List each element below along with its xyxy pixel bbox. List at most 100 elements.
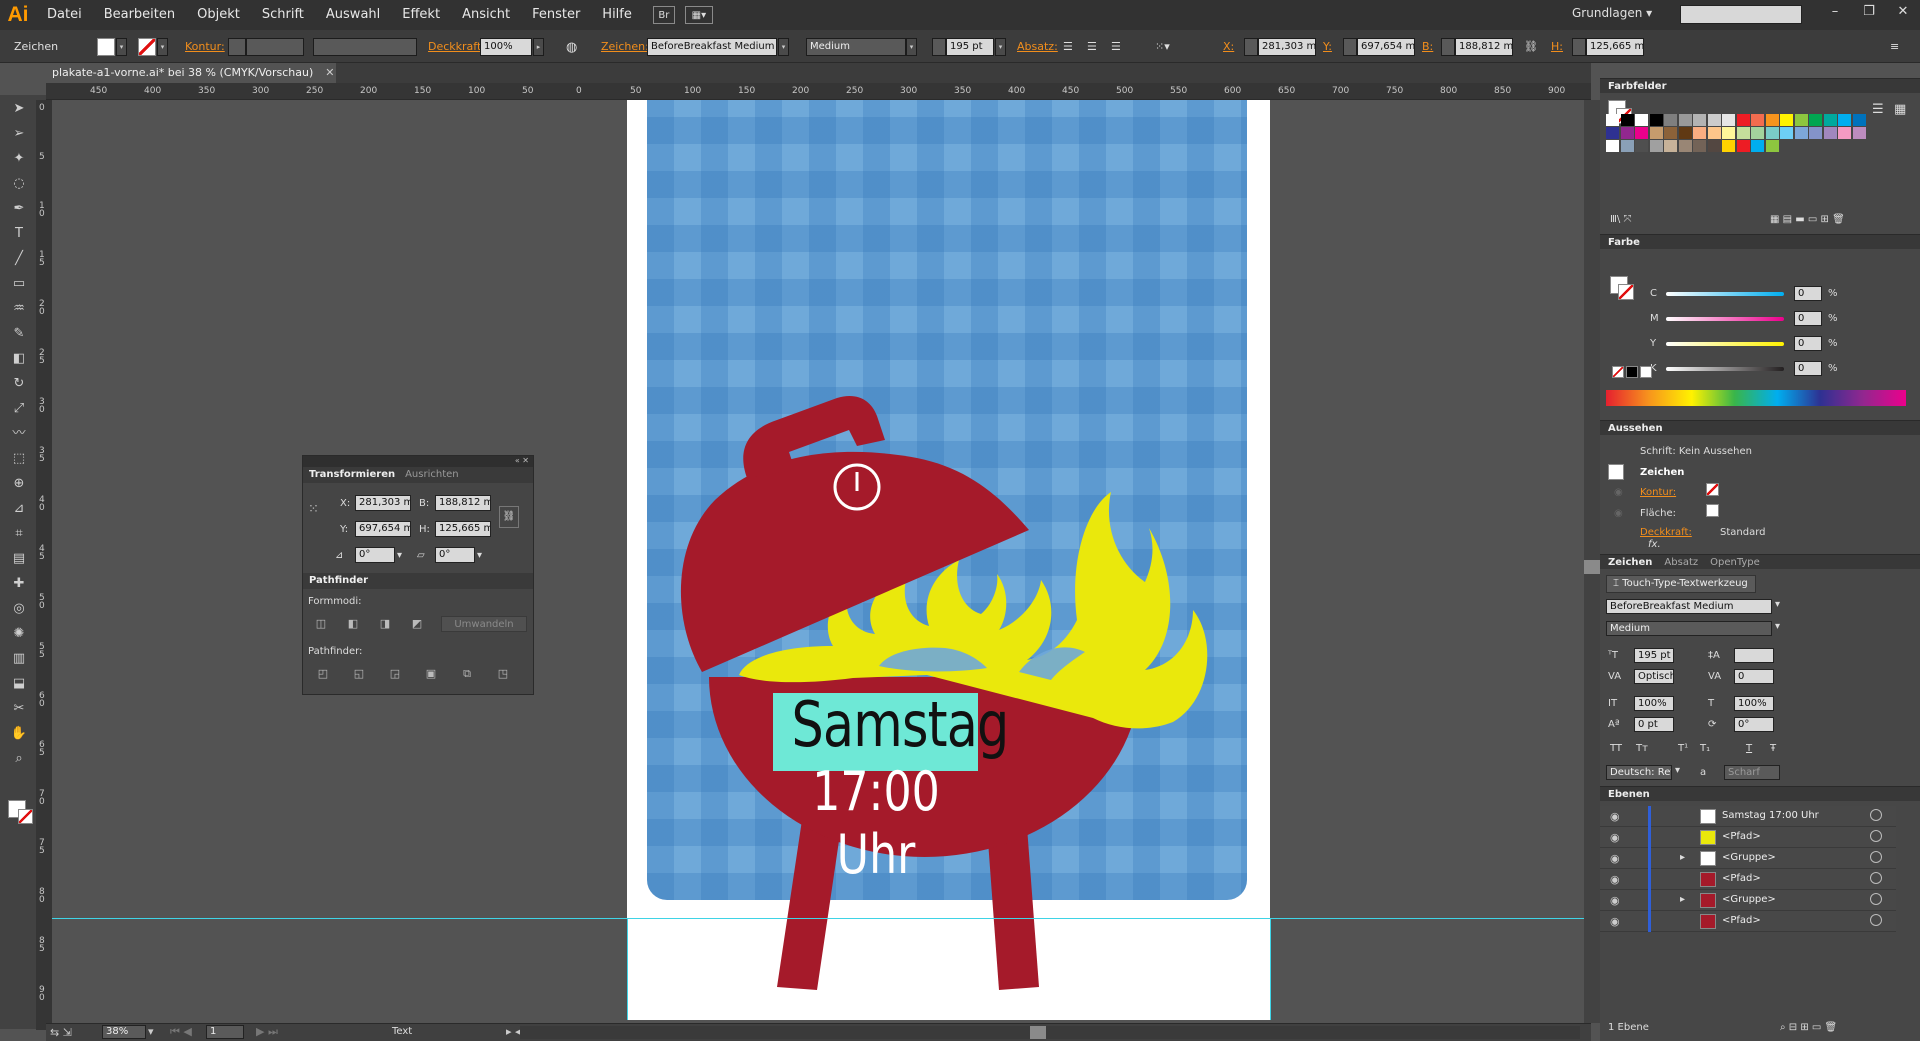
umwandeln-button[interactable]: Umwandeln [441,616,527,632]
color-swatch[interactable] [1794,127,1808,139]
aussehen-flaeche-swatch[interactable] [1706,504,1719,517]
minus-front-icon[interactable]: ◧ [343,616,363,632]
color-swatch[interactable] [1620,127,1634,139]
tab-absatz[interactable]: Absatz [1664,557,1698,568]
arrange-documents-icon[interactable]: ▦▾ [684,6,713,24]
poster-text-samstag[interactable]: Samstag [791,688,1009,761]
eye-icon[interactable]: ◉ [1614,487,1623,498]
reference-point-grid-icon[interactable]: ⁙ [308,502,319,517]
font-size-stepper[interactable] [932,38,946,56]
channel-value-y[interactable]: 0 [1794,336,1822,351]
color-swatch[interactable] [1751,127,1764,139]
pen-icon[interactable]: ✒ [8,199,30,218]
color-swatch[interactable] [1852,127,1866,139]
x-stepper[interactable] [1244,38,1258,56]
color-swatch[interactable] [1678,127,1692,139]
color-swatch[interactable] [1765,127,1779,139]
rotate-icon[interactable]: ↻ [8,374,30,393]
h-stepper[interactable] [1572,38,1586,56]
swatch-library-icon[interactable]: Ⅲ\ ⤧ [1610,214,1631,225]
channel-value-k[interactable]: 0 [1794,361,1822,376]
zp-rotation-field[interactable]: 0° [1734,717,1774,732]
color-swatch[interactable] [1794,114,1808,126]
color-swatch[interactable] [1809,114,1822,126]
graph-icon[interactable]: ▥ [8,649,30,668]
direct-select-icon[interactable]: ➢ [8,124,30,143]
white-color-icon[interactable] [1640,366,1652,378]
color-swatch[interactable] [1649,114,1663,126]
aussehen-kontur-swatch[interactable] [1706,483,1719,496]
color-swatch[interactable] [1635,114,1648,126]
menu-schrift[interactable]: Schrift [251,0,315,30]
rectangle-icon[interactable]: ▭ [8,274,30,293]
all-caps-icon[interactable]: TT [1610,743,1622,754]
kontur-label[interactable]: Kontur: [185,40,225,53]
zp-antialias-field[interactable]: Scharf [1724,765,1780,780]
expand-icon[interactable]: ▸ [1680,852,1685,863]
shear-dropdown[interactable]: ▾ [477,550,482,561]
workspace-switcher[interactable]: Grundlagen ▾ [1572,6,1652,20]
maximize-icon[interactable]: ❐ [1852,0,1886,22]
font-family-field[interactable]: BeforeBreakfast Medium [647,38,777,56]
color-swatch[interactable] [1809,127,1822,139]
mesh-icon[interactable]: ⌗ [8,524,30,543]
y-field[interactable]: 697,654 mm [1357,38,1415,56]
color-swatch[interactable] [1649,127,1663,139]
color-swatch[interactable] [1838,127,1851,139]
zp-kerning-field[interactable]: Optisch [1634,669,1674,684]
close-icon[interactable]: ✕ [1886,0,1920,22]
black-color-icon[interactable] [1626,366,1638,378]
zoom-dropdown[interactable]: ▾ [148,1025,154,1038]
prev-artboard-icon[interactable]: ⏮ ◀ [170,1025,192,1039]
channel-value-m[interactable]: 0 [1794,311,1822,326]
tab-opentype[interactable]: OpenType [1710,557,1760,568]
none-color-icon[interactable] [1612,366,1624,378]
color-swatch[interactable] [1838,114,1851,126]
menu-ansicht[interactable]: Ansicht [451,0,521,30]
t-y-field[interactable]: 697,654 mm [355,521,411,537]
fx-icon[interactable]: fx. [1648,539,1661,550]
color-swatch[interactable] [1722,114,1735,126]
panel-grip[interactable]: « ✕ [303,456,533,467]
minus-back-icon[interactable]: ◳ [493,666,513,682]
color-swatch[interactable] [1606,140,1619,152]
color-swatch[interactable] [1765,114,1779,126]
color-swatch[interactable] [1635,127,1648,139]
eye-icon[interactable]: ◉ [1610,852,1620,865]
color-swatch[interactable] [1722,140,1735,152]
touch-type-button[interactable]: ⌶ Touch-Type-Textwerkzeug [1606,575,1756,593]
menu-objekt[interactable]: Objekt [186,0,251,30]
color-swatch[interactable] [1780,114,1793,126]
stroke-swatch[interactable] [138,38,156,56]
eye-icon[interactable]: ◉ [1610,894,1620,907]
target-icon[interactable] [1870,914,1882,926]
opacity-dropdown[interactable]: ▸ [533,38,544,56]
zp-font-field[interactable]: BeforeBreakfast Medium [1606,599,1772,614]
eye-icon[interactable]: ◉ [1610,810,1620,823]
slice-icon[interactable]: ✂ [8,699,30,718]
farbe-title[interactable]: Farbe [1608,237,1640,248]
channel-slider-y[interactable] [1666,342,1784,346]
zp-hscale-field[interactable]: 100% [1734,696,1774,711]
color-swatch[interactable] [1823,114,1837,126]
lasso-icon[interactable]: ◌ [8,174,30,193]
eye-icon[interactable]: ◉ [1610,873,1620,886]
artboard-number-field[interactable]: 1 [206,1025,244,1039]
color-swatch[interactable] [1693,140,1706,152]
layer-row[interactable]: ◉ <Pfad> [1600,827,1896,848]
horizontal-scroll-thumb[interactable] [1030,1026,1046,1039]
eye-icon[interactable]: ◉ [1610,915,1620,928]
opacity-field[interactable]: 100% [480,38,532,56]
zeichen-label[interactable]: Zeichen: [601,40,649,53]
horizontal-scrollbar[interactable] [520,1026,1580,1039]
poster-text-time[interactable]: 17:00 Uhr [785,760,967,886]
expand-icon[interactable]: ▸ [1680,894,1685,905]
color-swatch[interactable] [1707,140,1721,152]
channel-value-c[interactable]: 0 [1794,286,1822,301]
t-b-field[interactable]: 188,812 mm [435,495,491,511]
blend-icon[interactable]: ◎ [8,599,30,618]
color-swatch[interactable] [1751,140,1764,152]
layer-row[interactable]: ◉ ▸ <Gruppe> [1600,848,1896,869]
superscript-icon[interactable]: T¹ [1678,743,1688,754]
layer-row[interactable]: ◉ Samstag 17:00 Uhr [1600,806,1896,827]
